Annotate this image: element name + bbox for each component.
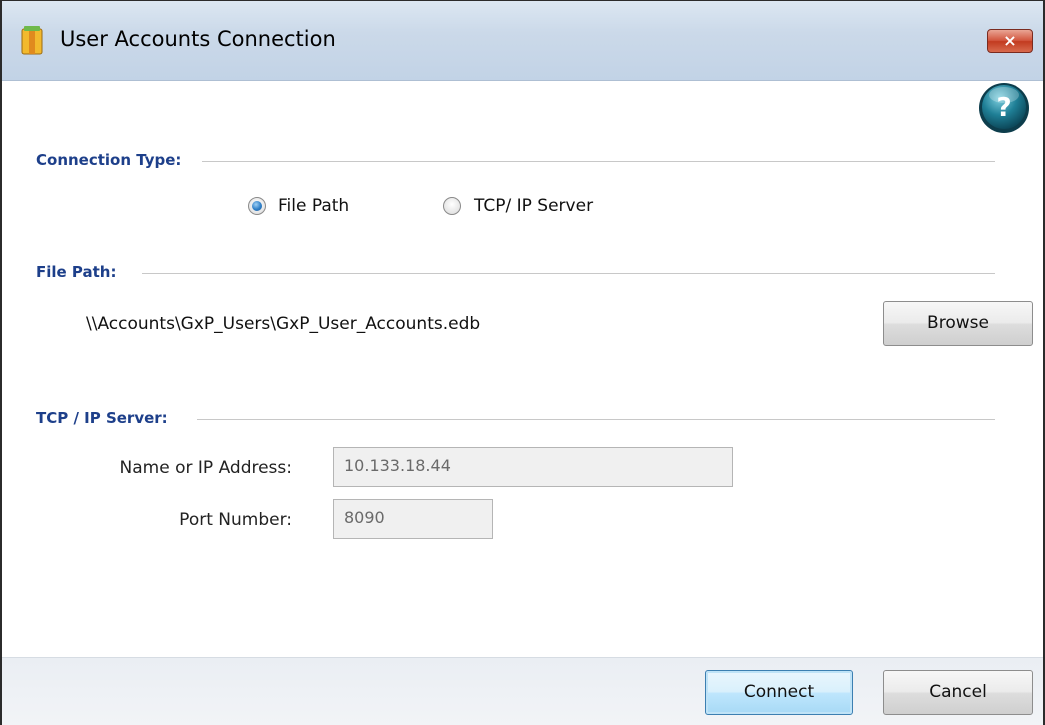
radio-file-path[interactable]: [248, 197, 266, 215]
connect-button[interactable]: Connect: [705, 670, 853, 715]
cancel-button[interactable]: Cancel: [883, 670, 1033, 715]
dialog-footer: Connect Cancel: [2, 657, 1043, 725]
connect-button-label: Connect: [743, 682, 815, 702]
file-path-value: \\Accounts\GxP_Users\GxP_User_Accounts.e…: [86, 314, 481, 334]
window-title: User Accounts Connection: [60, 27, 336, 51]
cancel-button-label: Cancel: [929, 682, 987, 702]
file-path-divider: [142, 273, 995, 274]
browse-button[interactable]: Browse: [883, 301, 1033, 346]
dialog-window: User Accounts Connection × ? Connection …: [0, 0, 1045, 725]
file-path-header: File Path:: [36, 263, 129, 281]
radio-tcp-ip-server[interactable]: [443, 197, 461, 215]
title-bar[interactable]: User Accounts Connection ×: [2, 1, 1043, 81]
radio-file-path-label[interactable]: File Path: [278, 196, 349, 216]
port-number-value: 8090: [344, 508, 385, 527]
help-icon[interactable]: ?: [977, 81, 1031, 135]
connection-type-header: Connection Type:: [36, 151, 194, 169]
port-number-label: Port Number:: [179, 510, 292, 530]
tcp-ip-header: TCP / IP Server:: [36, 409, 180, 427]
svg-text:?: ?: [996, 93, 1011, 123]
close-icon: ×: [1003, 31, 1017, 50]
radio-tcp-ip-server-label[interactable]: TCP/ IP Server: [474, 196, 593, 216]
browse-button-label: Browse: [927, 313, 989, 333]
port-number-field[interactable]: 8090: [333, 499, 493, 539]
app-icon: [21, 26, 43, 55]
tcp-ip-divider: [197, 419, 995, 420]
name-or-ip-label: Name or IP Address:: [119, 458, 292, 478]
connection-type-divider: [202, 161, 995, 162]
name-or-ip-field[interactable]: 10.133.18.44: [333, 447, 733, 487]
name-or-ip-value: 10.133.18.44: [344, 456, 451, 475]
close-button[interactable]: ×: [987, 29, 1033, 53]
